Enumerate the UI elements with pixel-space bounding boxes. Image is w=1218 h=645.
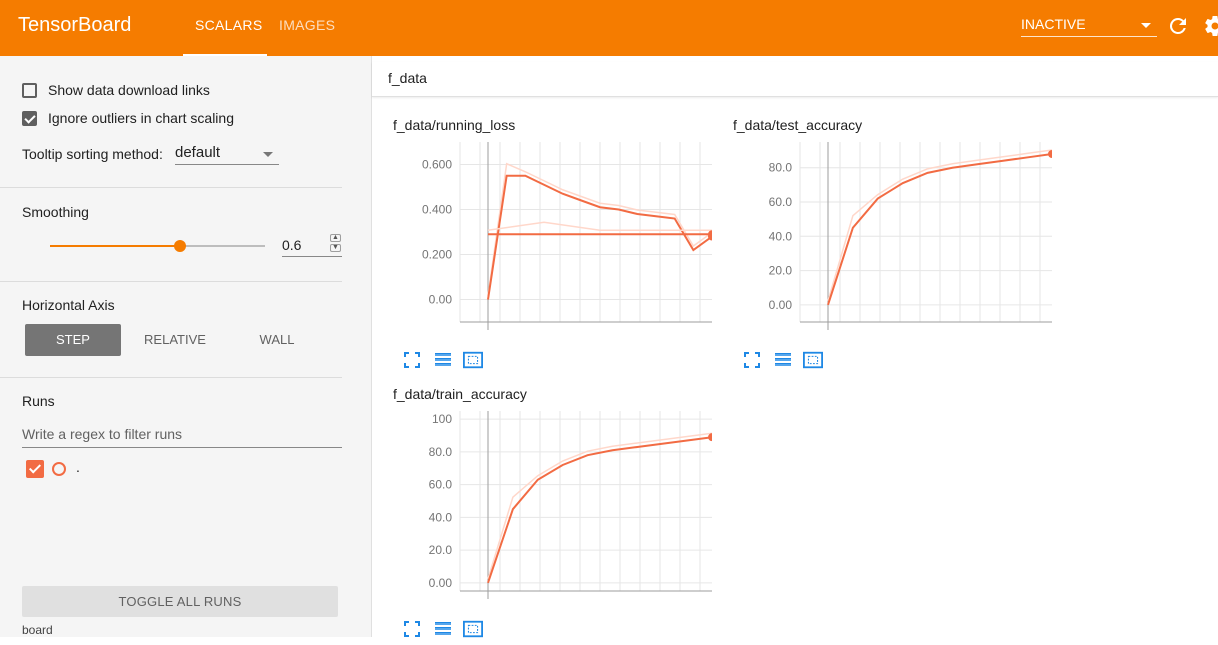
- y-tick-label: 60.0: [769, 195, 793, 209]
- y-tick-label: 20.0: [769, 264, 793, 278]
- runs-title: Runs: [22, 393, 55, 409]
- divider: [0, 377, 342, 378]
- axis-step-button[interactable]: STEP: [25, 324, 121, 356]
- run-name: .: [76, 459, 80, 475]
- smoothing-slider-fill: [50, 245, 180, 247]
- smoothing-title: Smoothing: [22, 204, 89, 220]
- chart-actions: [742, 350, 852, 370]
- chart-card-train-accuracy: f_data/train_accuracy 100 80.0 60.0 40.0 20.…: [372, 383, 712, 645]
- y-tick-label: 40.0: [769, 229, 793, 243]
- y-tick-label: 0.400: [422, 203, 452, 217]
- spin-down-icon[interactable]: ▼: [330, 244, 341, 252]
- data-table-icon[interactable]: [773, 350, 793, 370]
- runs-filter[interactable]: [22, 426, 342, 448]
- zoom-box-icon[interactable]: [463, 619, 483, 639]
- gear-icon[interactable]: [1203, 14, 1218, 38]
- runs-filter-input[interactable]: [22, 426, 342, 442]
- spin-up-icon[interactable]: ▲: [330, 234, 341, 242]
- chart-card-test-accuracy: f_data/test_accuracy 80.0 60.0 40.0 20.0 0.0…: [712, 114, 1052, 376]
- y-tick-label: 40.0: [429, 510, 453, 524]
- y-tick-label: 0.00: [429, 293, 453, 307]
- smoothing-slider-handle[interactable]: [174, 240, 186, 252]
- checkbox-checked[interactable]: [22, 111, 37, 126]
- reload-mode-dropdown[interactable]: INACTIVE: [1021, 14, 1157, 37]
- smoothing-value: 0.6: [282, 237, 302, 253]
- chart-train-accuracy[interactable]: 100 80.0 60.0 40.0 20.0 0.00: [372, 383, 712, 613]
- app-title: TensorBoard: [18, 14, 132, 36]
- divider: [0, 281, 342, 282]
- smoothing-value-input[interactable]: 0.6 ▲ ▼: [282, 234, 342, 257]
- reload-mode-value: INACTIVE: [1021, 16, 1086, 32]
- y-tick-label: 80.0: [429, 445, 453, 459]
- y-tick-label: 0.200: [422, 248, 452, 262]
- chart-actions: [402, 619, 512, 639]
- category-header[interactable]: f_data: [372, 62, 1218, 97]
- y-tick-label: 100: [432, 412, 452, 426]
- run-color-radio[interactable]: [52, 462, 66, 476]
- chart-running-loss[interactable]: 0.600 0.400 0.200 0.00: [372, 114, 712, 344]
- main-panel: f_data f_data/running_loss 0.600 0.400 0.2…: [372, 56, 1218, 638]
- sidebar: Show data download links Ignore outliers…: [0, 56, 372, 637]
- fit-to-data-icon[interactable]: [402, 350, 422, 370]
- data-table-icon[interactable]: [433, 350, 453, 370]
- tooltip-sorting-value: default: [175, 144, 221, 161]
- ignore-outliers-label: Ignore outliers in chart scaling: [48, 110, 234, 126]
- show-download-links-label: Show data download links: [48, 82, 210, 98]
- fit-to-data-icon[interactable]: [402, 619, 422, 639]
- chevron-down-icon: [263, 152, 273, 157]
- chart-actions: [402, 350, 512, 370]
- refresh-icon[interactable]: [1166, 14, 1190, 38]
- tooltip-sorting-dropdown[interactable]: default: [175, 144, 279, 165]
- top-app-bar: TensorBoard SCALARS IMAGES INACTIVE: [0, 0, 1218, 56]
- toggle-all-runs-button[interactable]: TOGGLE ALL RUNS: [22, 586, 338, 617]
- log-dir-label: board: [22, 623, 53, 637]
- y-tick-label: 0.00: [429, 576, 453, 590]
- tooltip-sorting-label: Tooltip sorting method:: [22, 146, 163, 162]
- axis-wall-button[interactable]: WALL: [229, 324, 325, 356]
- chart-test-accuracy[interactable]: 80.0 60.0 40.0 20.0 0.00: [712, 114, 1052, 344]
- y-tick-label: 20.0: [429, 543, 453, 557]
- axis-relative-button[interactable]: RELATIVE: [127, 324, 223, 356]
- zoom-box-icon[interactable]: [803, 350, 823, 370]
- y-tick-label: 80.0: [769, 161, 793, 175]
- data-table-icon[interactable]: [433, 619, 453, 639]
- tab-scalars[interactable]: SCALARS: [195, 17, 262, 33]
- y-tick-label: 0.00: [769, 298, 793, 312]
- divider: [0, 187, 342, 188]
- run-checkbox[interactable]: [26, 460, 44, 478]
- y-tick-label: 60.0: [429, 478, 453, 492]
- fit-to-data-icon[interactable]: [742, 350, 762, 370]
- category-title: f_data: [388, 70, 427, 86]
- checkbox-unchecked[interactable]: [22, 83, 37, 98]
- chevron-down-icon: [1141, 23, 1151, 28]
- y-tick-label: 0.600: [422, 158, 452, 172]
- tab-images[interactable]: IMAGES: [279, 17, 335, 33]
- zoom-box-icon[interactable]: [463, 350, 483, 370]
- horizontal-axis-title: Horizontal Axis: [22, 297, 115, 313]
- chart-card-running-loss: f_data/running_loss 0.600 0.400 0.200 0.00: [372, 114, 712, 376]
